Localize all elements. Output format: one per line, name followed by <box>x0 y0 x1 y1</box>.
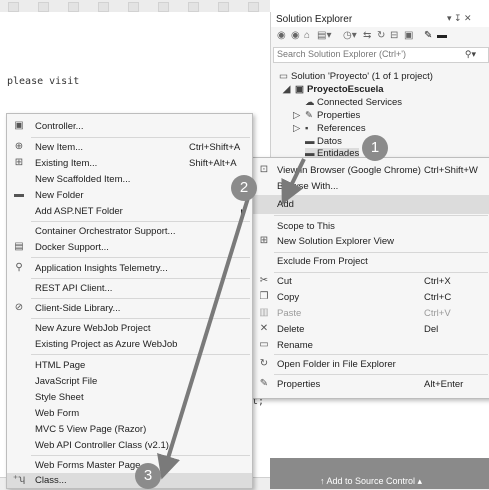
tree-item-project[interactable]: ◢ ▣ ProyectoEscuela <box>283 84 384 95</box>
submenu-item-add-aspnet-folder[interactable]: Add ASP.NET Folder ▸ <box>7 202 252 221</box>
rename-icon: ▭ <box>259 339 269 350</box>
menu-item-exclude-from-project[interactable]: Exclude From Project <box>252 252 489 271</box>
refresh-icon[interactable]: ↻ <box>377 30 385 41</box>
solution-search-input[interactable]: Search Solution Explorer (Ctrl+') ⚲▾ <box>273 47 489 63</box>
menu-item-add[interactable]: Add <box>252 195 489 214</box>
docker-icon: ▤ <box>14 241 24 252</box>
paste-icon: ▥ <box>259 307 269 318</box>
connected-services-icon: ☁ <box>305 97 315 108</box>
controller-icon: ▣ <box>14 120 24 131</box>
editor-text-line: please visit <box>7 76 80 87</box>
browser-icon: ⊡ <box>259 164 269 175</box>
menu-item-rename[interactable]: ▭ Rename <box>252 336 489 355</box>
tree-item-datos[interactable]: ▬ Datos <box>305 136 342 147</box>
tree-item-properties[interactable]: ▷ ✎ Properties <box>293 110 360 121</box>
switch-views-icon[interactable]: ▤▾ <box>317 30 331 41</box>
context-menu: ⊡ View in Browser (Google Chrome) Ctrl+Shi… <box>251 157 489 399</box>
submenu-item-client-side-library[interactable]: ⊘ Client-Side Library... <box>7 299 252 318</box>
step-badge-1: 1 <box>362 135 388 161</box>
submenu-item-existing-azure-webjob[interactable]: Existing Project as Azure WebJob <box>7 335 252 354</box>
library-icon: ⊘ <box>14 302 24 313</box>
minimize-icon[interactable]: ▬ <box>437 30 447 41</box>
expand-arrow-icon[interactable]: ◢ <box>283 84 295 95</box>
wrench-icon: ✎ <box>259 378 269 389</box>
search-icon[interactable]: ⚲▾ <box>465 49 476 60</box>
tab-strip-segment <box>158 2 169 12</box>
window-controls[interactable]: ▾ ↧ ✕ <box>447 13 472 24</box>
copy-icon: ❐ <box>259 291 269 302</box>
menu-separator <box>274 215 488 216</box>
new-item-icon: ⊕ <box>14 141 24 152</box>
add-submenu: ▣ Controller... ⊕ New Item... Ctrl+Shift+A … <box>6 113 253 489</box>
add-to-source-control[interactable]: ↑ Add to Source Control ▴ <box>320 476 422 487</box>
class-icon: ⁺ʮ <box>12 474 26 485</box>
step-badge-2: 2 <box>231 175 257 201</box>
tab-strip-segment <box>98 2 109 12</box>
submenu-arrow-icon: ▸ <box>241 206 246 217</box>
forward-icon[interactable]: ◉ <box>291 30 300 41</box>
menu-item-properties[interactable]: ✎ Properties Alt+Enter <box>252 375 489 394</box>
delete-x-icon: ✕ <box>259 323 269 334</box>
collapse-icon[interactable]: ⊟ <box>390 30 398 41</box>
menu-separator <box>31 257 250 258</box>
submenu-item-controller[interactable]: ▣ Controller... <box>7 117 252 136</box>
solution-icon: ▭ <box>279 71 288 82</box>
tree-item-connected-services[interactable]: ☁ Connected Services <box>305 97 402 108</box>
search-placeholder: Search Solution Explorer (Ctrl+') <box>277 49 407 59</box>
tab-strip-segment <box>128 2 139 12</box>
menu-item-open-folder[interactable]: ↻ Open Folder in File Explorer <box>252 355 489 374</box>
home-icon[interactable]: ⌂ <box>304 30 310 41</box>
submenu-item-class[interactable]: ⁺ʮ Class... <box>7 473 252 488</box>
submenu-item-web-api-controller[interactable]: Web API Controller Class (v2.1) <box>7 436 252 455</box>
open-folder-icon: ↻ <box>259 358 269 369</box>
panel-title: Solution Explorer <box>276 14 353 25</box>
menu-item-browse-with[interactable]: Browse With... <box>252 177 489 196</box>
menu-item-new-solution-explorer-view[interactable]: ⊞ New Solution Explorer View <box>252 232 489 251</box>
wrench-icon: ✎ <box>305 110 313 121</box>
insights-icon: ⚲ <box>15 262 23 273</box>
expand-arrow-icon[interactable]: ▷ <box>293 123 305 134</box>
tree-item-solution[interactable]: ▭ Solution 'Proyecto' (1 of 1 project) <box>279 71 433 82</box>
new-view-icon: ⊞ <box>259 235 269 246</box>
scissors-icon: ✂ <box>259 275 269 286</box>
back-icon[interactable]: ◉ <box>277 30 286 41</box>
tab-strip-segment <box>68 2 79 12</box>
tab-strip-segment <box>8 2 19 12</box>
expand-arrow-icon[interactable]: ▷ <box>293 110 305 121</box>
status-bar-right: ↑ Add to Source Control ▴ <box>270 458 489 489</box>
tab-strip-segment <box>248 2 259 12</box>
tab-strip-segment <box>188 2 199 12</box>
tab-strip-segment <box>38 2 49 12</box>
existing-item-icon: ⊞ <box>14 157 24 168</box>
tree-item-references[interactable]: ▷ ▪ References <box>293 123 366 134</box>
submenu-item-app-insights[interactable]: ⚲ Application Insights Telemetry... <box>7 259 252 278</box>
references-icon: ▪ <box>305 123 309 134</box>
submenu-item-docker-support[interactable]: ▤ Docker Support... <box>7 238 252 257</box>
step-badge-3: 3 <box>135 463 161 489</box>
menu-separator <box>31 354 250 355</box>
history-icon[interactable]: ◷▾ <box>343 30 357 41</box>
properties-wrench-icon[interactable]: ✎ <box>424 30 432 41</box>
show-files-icon[interactable]: ▣ <box>404 30 413 41</box>
solution-explorer-toolbar: ◉ ◉ ⌂ ▤▾ ◷▾ ⇆ ↻ ⊟ ▣ ✎ ▬ <box>271 27 489 46</box>
submenu-item-rest-api-client[interactable]: REST API Client... <box>7 279 252 298</box>
folder-icon: ▬ <box>305 136 315 147</box>
tab-strip-segment <box>218 2 229 12</box>
sync-icon[interactable]: ⇆ <box>363 30 371 41</box>
new-folder-icon: ▬ <box>14 189 24 200</box>
project-icon: ▣ <box>295 84 304 95</box>
solution-explorer-titlebar: Solution Explorer ▾ ↧ ✕ <box>271 12 489 28</box>
